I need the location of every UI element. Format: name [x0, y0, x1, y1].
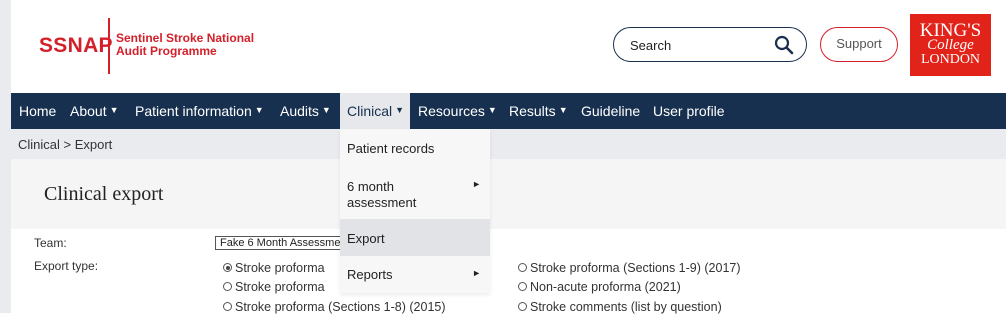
- team-label: Team:: [34, 236, 67, 250]
- nav-resources-label: Resources: [418, 103, 485, 119]
- kings-college-logo[interactable]: KING'S College LONDON: [910, 14, 991, 76]
- radio-option[interactable]: Stroke proforma: [223, 280, 325, 294]
- export-type-label: Export type:: [34, 259, 99, 273]
- page-title: Clinical export: [44, 183, 164, 205]
- caret-down-icon: ▼: [109, 105, 119, 115]
- kings-logo-line2: College: [927, 37, 974, 53]
- radio-button[interactable]: [223, 263, 232, 272]
- radio-button[interactable]: [518, 263, 527, 272]
- breadcrumb-text[interactable]: Clinical > Export: [18, 137, 112, 152]
- breadcrumb: Clinical > Export: [11, 129, 1006, 159]
- menu-item-label: Export: [347, 231, 385, 246]
- team-select[interactable]: Fake 6 Month Assessment: [215, 236, 350, 250]
- menu-item-label: Patient records: [347, 141, 435, 156]
- nav-home-label: Home: [19, 103, 57, 119]
- menu-item-reports[interactable]: Reports ►: [340, 256, 490, 293]
- kings-logo-line3: LONDON: [920, 52, 981, 67]
- logo-subtitle-line2: Audit Programme: [116, 44, 217, 58]
- radio-label: Stroke proforma: [235, 261, 325, 275]
- nav-patient-information-label: Patient information: [135, 103, 252, 119]
- radio-option[interactable]: Stroke proforma: [223, 261, 325, 275]
- search-input[interactable]: [630, 36, 770, 54]
- radio-option[interactable]: Stroke proforma (Sections 1-9) (2017): [518, 261, 741, 275]
- nav-about-label: About: [70, 103, 107, 119]
- logo-divider: [108, 18, 110, 74]
- radio-label: Stroke proforma (Sections 1-9) (2017): [530, 261, 741, 275]
- nav-results-label: Results: [509, 103, 556, 119]
- nav-patient-information[interactable]: Patient information ▼: [135, 93, 264, 129]
- caret-down-icon: ▼: [487, 105, 497, 115]
- menu-item-label: 6 month assessment: [347, 179, 416, 211]
- nav-home[interactable]: Home: [19, 93, 56, 129]
- caret-down-icon: ▼: [254, 105, 264, 115]
- radio-option[interactable]: Stroke comments (list by question): [518, 300, 722, 314]
- search-icon[interactable]: [774, 35, 794, 55]
- radio-option[interactable]: Stroke proforma (Sections 1-8) (2015): [223, 300, 446, 314]
- search-box[interactable]: [613, 27, 807, 62]
- left-edge-bar: [0, 0, 11, 313]
- nav-user-profile-label: User profile: [653, 103, 725, 119]
- nav-resources[interactable]: Resources ▼: [418, 93, 497, 129]
- menu-item-patient-records[interactable]: Patient records: [340, 129, 490, 167]
- radio-label: Stroke proforma: [235, 280, 325, 294]
- nav-guideline-label: Guideline: [581, 103, 641, 119]
- nav-audits[interactable]: Audits ▼: [280, 93, 331, 129]
- export-form-area: [11, 229, 1006, 313]
- nav-clinical[interactable]: Clinical ▼: [340, 93, 410, 129]
- clinical-dropdown-menu: Patient records 6 month assessment ► Exp…: [340, 129, 490, 293]
- support-button[interactable]: Support: [820, 27, 898, 62]
- main-nav: Home About ▼ Patient information ▼ Audits ▼…: [11, 93, 1006, 129]
- nav-about[interactable]: About ▼: [70, 93, 119, 129]
- radio-label: Non-acute proforma (2021): [530, 280, 681, 294]
- nav-user-profile[interactable]: User profile: [653, 93, 725, 129]
- menu-item-6-month-assessment[interactable]: 6 month assessment ►: [340, 167, 490, 219]
- menu-item-label: Reports: [347, 267, 393, 282]
- radio-label: Stroke proforma (Sections 1-8) (2015): [235, 300, 446, 314]
- caret-down-icon: ▼: [321, 105, 331, 115]
- nav-clinical-label: Clinical: [347, 103, 393, 119]
- radio-button[interactable]: [518, 282, 527, 291]
- submenu-arrow-icon: ►: [472, 268, 481, 278]
- caret-down-icon: ▼: [558, 105, 568, 115]
- logo-subtitle: Sentinel Stroke National Audit Programme: [116, 32, 254, 58]
- nav-results[interactable]: Results ▼: [509, 93, 568, 129]
- submenu-arrow-icon: ►: [472, 179, 481, 189]
- radio-button[interactable]: [223, 282, 232, 291]
- menu-item-label-line1: 6 month: [347, 179, 394, 194]
- menu-item-label-line2: assessment: [347, 195, 417, 210]
- radio-button[interactable]: [518, 302, 527, 311]
- ssnap-logo[interactable]: SSNAP: [39, 34, 113, 58]
- menu-item-export[interactable]: Export: [340, 219, 490, 256]
- nav-audits-label: Audits: [280, 103, 319, 119]
- radio-label: Stroke comments (list by question): [530, 300, 722, 314]
- radio-button[interactable]: [223, 302, 232, 311]
- site-header: SSNAP Sentinel Stroke National Audit Pro…: [11, 0, 1006, 93]
- nav-guideline[interactable]: Guideline: [581, 93, 640, 129]
- radio-option[interactable]: Non-acute proforma (2021): [518, 280, 681, 294]
- caret-down-icon: ▼: [395, 105, 405, 115]
